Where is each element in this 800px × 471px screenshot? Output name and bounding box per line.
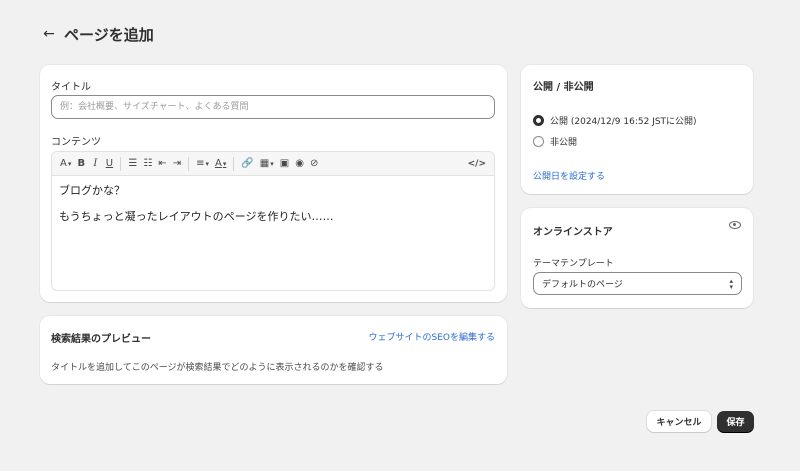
italic-button[interactable]: I — [89, 155, 101, 173]
save-button[interactable]: 保存 — [717, 411, 754, 432]
visibility-title: 公開 / 非公開 — [533, 82, 594, 93]
text-color-dropdown[interactable]: A ▾ — [213, 155, 228, 173]
align-dropdown[interactable]: ≡ ▾ — [194, 155, 211, 173]
numbered-list-icon[interactable]: ☷ — [141, 155, 154, 173]
image-icon[interactable]: ▣ — [278, 155, 291, 173]
radio-selected-icon[interactable] — [533, 115, 544, 126]
radio-public-label: 公開 (2024/12/9 16:52 JSTに公開) — [550, 117, 697, 127]
set-publish-date-link[interactable]: 公開日を設定する — [533, 169, 605, 182]
theme-template-label: テーマテンプレート — [533, 259, 614, 269]
underline-button[interactable]: U — [103, 155, 115, 173]
content-line: ブログかな？ — [59, 184, 125, 197]
seo-preview-description: タイトルを追加してこのページが検索結果でどのように表示されるのかを確認する — [51, 363, 384, 373]
outdent-icon[interactable]: ⇤ — [156, 155, 168, 173]
theme-template-select[interactable]: デフォルトのページ ▴ ▾ — [533, 272, 742, 295]
text-format-dropdown[interactable]: A ▾ — [58, 155, 73, 173]
visibility-card: 公開 / 非公開 公開 (2024/12/9 16:52 JSTに公開) 非公開… — [521, 65, 753, 194]
online-store-card: オンラインストア テーマテンプレート デフォルトのページ ▴ ▾ — [521, 208, 753, 308]
table-dropdown[interactable]: ▦ ▾ — [258, 155, 276, 173]
radio-public[interactable]: 公開 (2024/12/9 16:52 JSTに公開) — [533, 114, 697, 127]
code-view-icon[interactable]: </> — [466, 155, 488, 173]
back-arrow-icon[interactable]: ← — [42, 26, 56, 42]
page-editor-card: タイトル コンテンツ A▾ B I U ☰ ☷ ⇤ ⇥ ≡▾ A▾ 🔗 ▦▾ ▣… — [40, 65, 507, 302]
editor-content[interactable]: ブログかな？ もうちょっと凝ったレイアウトのページを作りたい…… — [52, 176, 494, 244]
bullet-list-icon[interactable]: ☰ — [126, 155, 139, 173]
cancel-button[interactable]: キャンセル — [647, 411, 711, 432]
editor-toolbar: A ▾ B I U ☰ ☷ ⇤ ⇥ ≡ ▾ A ▾ 🔗 ▦ ▾ ▣ ◉ ⊘ </> — [52, 152, 494, 176]
page-header: ← ページを追加 — [42, 22, 154, 46]
radio-private[interactable]: 非公開 — [533, 135, 577, 148]
rich-text-editor: A ▾ B I U ☰ ☷ ⇤ ⇥ ≡ ▾ A ▾ 🔗 ▦ ▾ ▣ ◉ ⊘ </> ブロ… — [51, 151, 495, 291]
edit-seo-link[interactable]: ウェブサイトのSEOを編集する — [369, 330, 495, 343]
clear-format-icon[interactable]: ⊘ — [308, 155, 320, 173]
radio-private-label: 非公開 — [550, 138, 578, 148]
link-icon[interactable]: 🔗 — [239, 155, 255, 173]
radio-unselected-icon[interactable] — [533, 136, 544, 147]
indent-icon[interactable]: ⇥ — [171, 155, 183, 173]
title-label: タイトル — [51, 82, 91, 93]
seo-preview-card: 検索結果のプレビュー ウェブサイトのSEOを編集する タイトルを追加してこのペー… — [40, 316, 507, 384]
seo-preview-title: 検索結果のプレビュー — [51, 334, 151, 345]
online-store-title: オンラインストア — [533, 227, 613, 238]
page-title: ページを追加 — [64, 25, 154, 44]
title-input[interactable] — [51, 95, 495, 119]
content-line: もうちょっと凝ったレイアウトのページを作りたい…… — [59, 210, 334, 223]
select-chevron-icon: ▴ ▾ — [729, 276, 733, 291]
eye-icon[interactable] — [729, 221, 741, 229]
bold-button[interactable]: B — [75, 155, 87, 173]
theme-template-value: デフォルトのページ — [542, 280, 623, 290]
toolbar-divider — [120, 156, 122, 171]
content-label: コンテンツ — [51, 137, 101, 148]
video-icon[interactable]: ◉ — [293, 155, 306, 173]
toolbar-divider — [188, 156, 190, 171]
toolbar-divider — [233, 156, 235, 171]
